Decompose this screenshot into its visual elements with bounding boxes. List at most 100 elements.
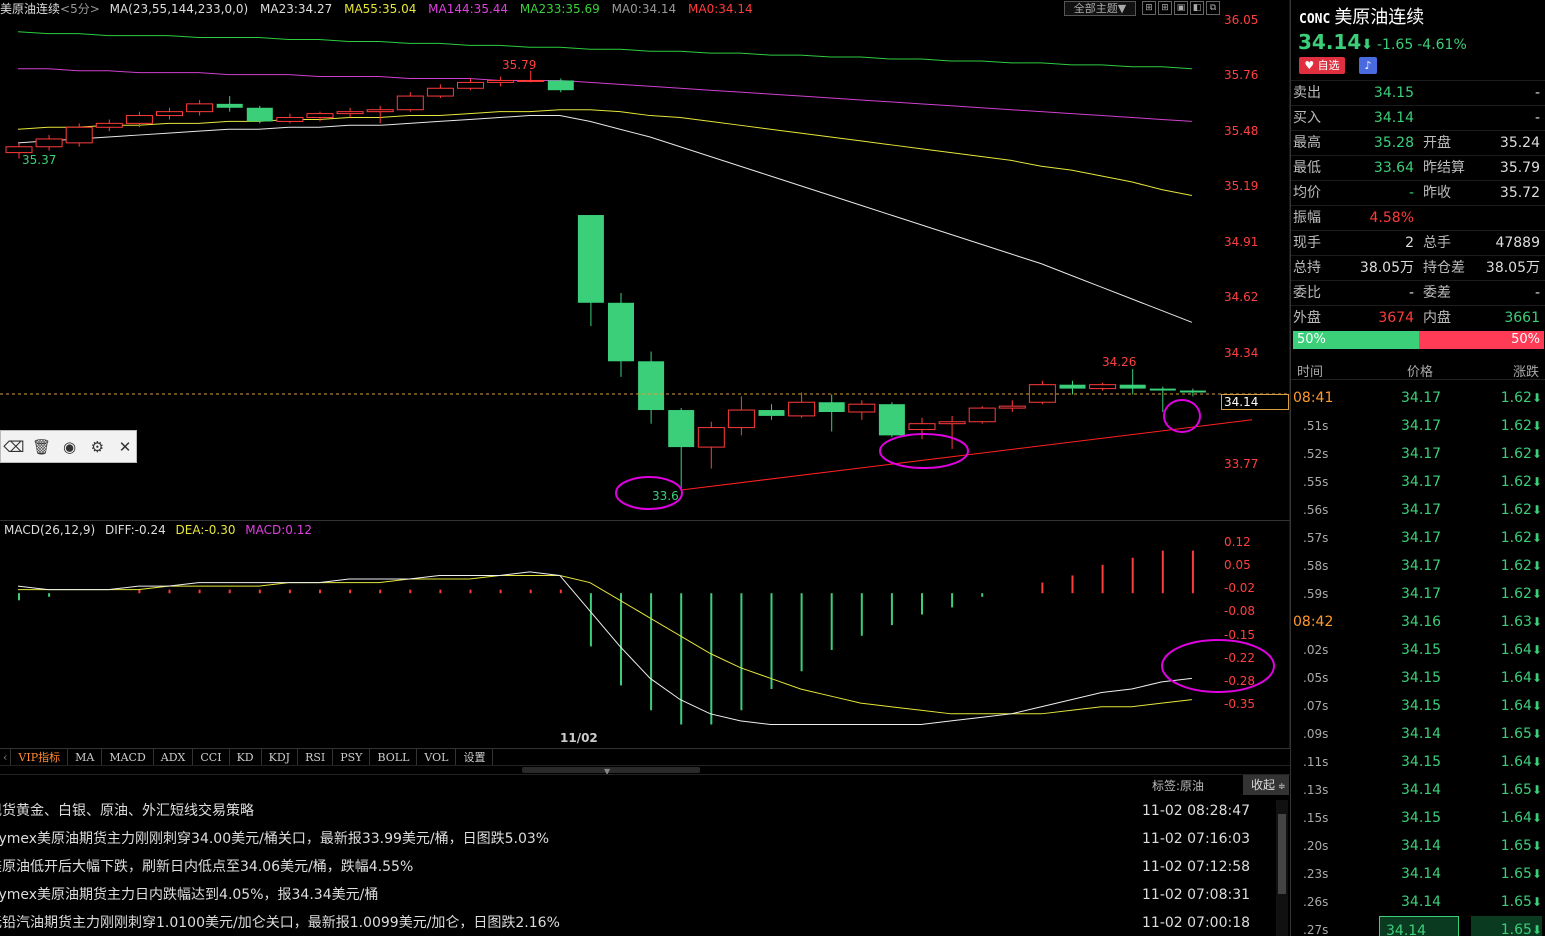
eraser-icon[interactable]: ⌫ bbox=[3, 436, 25, 458]
candle[interactable] bbox=[908, 423, 936, 431]
close-icon[interactable]: ✕ bbox=[114, 436, 136, 458]
quote-panel: CONC 美原油连续 34.14⬇ -1.65 -4.61% ♥ 自选 ♪ 卖出 34… bbox=[1290, 0, 1545, 936]
candle[interactable] bbox=[968, 407, 996, 423]
tab-rsi[interactable]: RSI bbox=[298, 749, 334, 765]
trash-icon[interactable]: 🗑 bbox=[31, 436, 53, 458]
candle[interactable] bbox=[276, 117, 304, 122]
candle[interactable] bbox=[1179, 390, 1206, 393]
news-item[interactable]: Nymex美原油期货主力刚刚刺穿34.00美元/桶关口，最新报33.99美元/桶… bbox=[0, 825, 1275, 853]
candle[interactable] bbox=[998, 405, 1026, 409]
watchlist-button[interactable]: ♥ 自选 bbox=[1299, 57, 1345, 74]
tab-psy[interactable]: PSY bbox=[333, 749, 371, 765]
candle[interactable] bbox=[246, 107, 273, 122]
candlestick-chart[interactable]: 35.79 35.37 33.6 34.26 bbox=[0, 0, 1290, 520]
current-price-box: 34.14 bbox=[1221, 394, 1289, 410]
tick-row: .59s 34.17 1.62⬇ bbox=[1303, 586, 1542, 602]
price-tick: 34.34 bbox=[1224, 346, 1259, 360]
tab-vip[interactable]: VIP指标 bbox=[11, 749, 69, 765]
ma55-line bbox=[17, 109, 1192, 197]
instrument-title: CONC 美原油连续 bbox=[1299, 7, 1425, 28]
annotation-circle[interactable] bbox=[1163, 399, 1201, 433]
candle[interactable] bbox=[396, 95, 424, 111]
eye-icon[interactable]: ◉ bbox=[59, 436, 81, 458]
candle[interactable] bbox=[65, 126, 93, 144]
candle[interactable] bbox=[95, 122, 123, 128]
candle[interactable] bbox=[577, 215, 604, 303]
candle[interactable] bbox=[608, 302, 634, 362]
candle[interactable] bbox=[758, 410, 785, 416]
macd-tick: -0.02 bbox=[1224, 581, 1256, 595]
splitter-handle[interactable] bbox=[522, 767, 700, 773]
tab-ma[interactable]: MA bbox=[68, 749, 103, 765]
candle[interactable] bbox=[697, 427, 725, 448]
candle[interactable] bbox=[306, 113, 334, 119]
news-tag[interactable]: 标签:原油 bbox=[1152, 777, 1204, 794]
candle[interactable] bbox=[457, 81, 484, 89]
news-item[interactable]: Nymex美原油期货主力日内跌幅达到4.05%，报34.34美元/桶 11-02 … bbox=[0, 881, 1275, 909]
annotation-circle-macd[interactable] bbox=[1160, 638, 1280, 696]
candle[interactable] bbox=[366, 109, 394, 113]
candle[interactable] bbox=[938, 421, 966, 425]
tab-vol[interactable]: VOL bbox=[417, 749, 457, 765]
annotation-circle[interactable] bbox=[879, 433, 969, 469]
candle[interactable] bbox=[668, 410, 695, 448]
quote-row: 现手 2 总手 47889 bbox=[1291, 230, 1545, 255]
tab-kdj[interactable]: KDJ bbox=[262, 749, 299, 765]
tick-row: .02s 34.15 1.64⬇ bbox=[1303, 642, 1542, 658]
candle[interactable] bbox=[517, 79, 545, 82]
tab-cci[interactable]: CCI bbox=[193, 749, 230, 765]
candle[interactable] bbox=[848, 403, 876, 413]
ratio-left: 50% bbox=[1293, 331, 1419, 349]
tick-row: .13s 34.14 1.65⬇ bbox=[1303, 782, 1542, 798]
gear-icon[interactable]: ⚙ bbox=[86, 436, 108, 458]
candle[interactable] bbox=[336, 111, 364, 115]
news-scrollbar[interactable] bbox=[1276, 800, 1288, 936]
tick-row: .27s 34.14 1.65⬇ bbox=[1291, 916, 1545, 936]
collapse-button[interactable]: 收起 ≑ bbox=[1243, 775, 1289, 795]
news-item[interactable]: 现货黄金、白银、原油、外汇短线交易策略 11-02 08:28:47 bbox=[0, 797, 1275, 825]
tab-kd[interactable]: KD bbox=[230, 749, 262, 765]
recent-high-label: 34.26 bbox=[1102, 355, 1136, 369]
tab-macd[interactable]: MACD bbox=[102, 749, 154, 765]
candle[interactable] bbox=[426, 87, 454, 97]
tick-row: .15s 34.15 1.64⬇ bbox=[1303, 810, 1542, 826]
bell-icon[interactable]: ♪ bbox=[1359, 57, 1377, 74]
candle[interactable] bbox=[878, 404, 905, 436]
candle[interactable] bbox=[1059, 384, 1086, 389]
candle[interactable] bbox=[1089, 384, 1117, 390]
candle[interactable] bbox=[156, 111, 183, 117]
candle[interactable] bbox=[186, 103, 214, 113]
candle[interactable] bbox=[1149, 388, 1176, 391]
low-label: 33.6 bbox=[652, 489, 679, 503]
candle[interactable] bbox=[1028, 384, 1056, 403]
tab-boll[interactable]: BOLL bbox=[370, 749, 418, 765]
tab-settings[interactable]: 设置 bbox=[456, 749, 494, 765]
candle[interactable] bbox=[547, 80, 574, 91]
macd-chart[interactable]: 11/02 bbox=[0, 520, 1290, 748]
candle[interactable] bbox=[1119, 384, 1146, 389]
candle[interactable] bbox=[216, 103, 243, 108]
news-item[interactable]: 无铅汽油期货主力刚刚刺穿1.0100美元/加仑关口，最新报1.0099美元/加仑… bbox=[0, 909, 1275, 936]
date-label: 11/02 bbox=[560, 731, 598, 745]
price-tick: 35.48 bbox=[1224, 124, 1259, 138]
tab-adx[interactable]: ADX bbox=[154, 749, 194, 765]
candle[interactable] bbox=[818, 402, 845, 412]
tab-prev[interactable]: ‹ bbox=[0, 749, 12, 765]
candle[interactable] bbox=[788, 401, 816, 417]
ma144-line bbox=[18, 68, 1192, 122]
news-item[interactable]: 美原油低开后大幅下跌，刷新日内低点至34.06美元/桶，跌幅4.55% 11-02… bbox=[0, 853, 1275, 881]
price-tick: 36.05 bbox=[1224, 13, 1259, 27]
diff-line bbox=[17, 571, 1192, 725]
ratio-right: 50% bbox=[1419, 331, 1544, 349]
news-header: 标签:原油 收起 ≑ bbox=[0, 774, 1290, 795]
quote-row: 振幅 4.58% bbox=[1291, 205, 1545, 230]
quote-row: 外盘 3674 内盘 3661 bbox=[1291, 305, 1545, 330]
candle[interactable] bbox=[35, 138, 63, 148]
candle[interactable] bbox=[727, 409, 755, 429]
candle[interactable] bbox=[125, 115, 153, 124]
quote-row: 总持 38.05万 持仓差 38.05万 bbox=[1291, 255, 1545, 280]
candle[interactable] bbox=[487, 79, 515, 83]
macd-tick: 0.05 bbox=[1224, 558, 1251, 572]
candle[interactable] bbox=[5, 146, 33, 154]
candle[interactable] bbox=[638, 361, 665, 411]
